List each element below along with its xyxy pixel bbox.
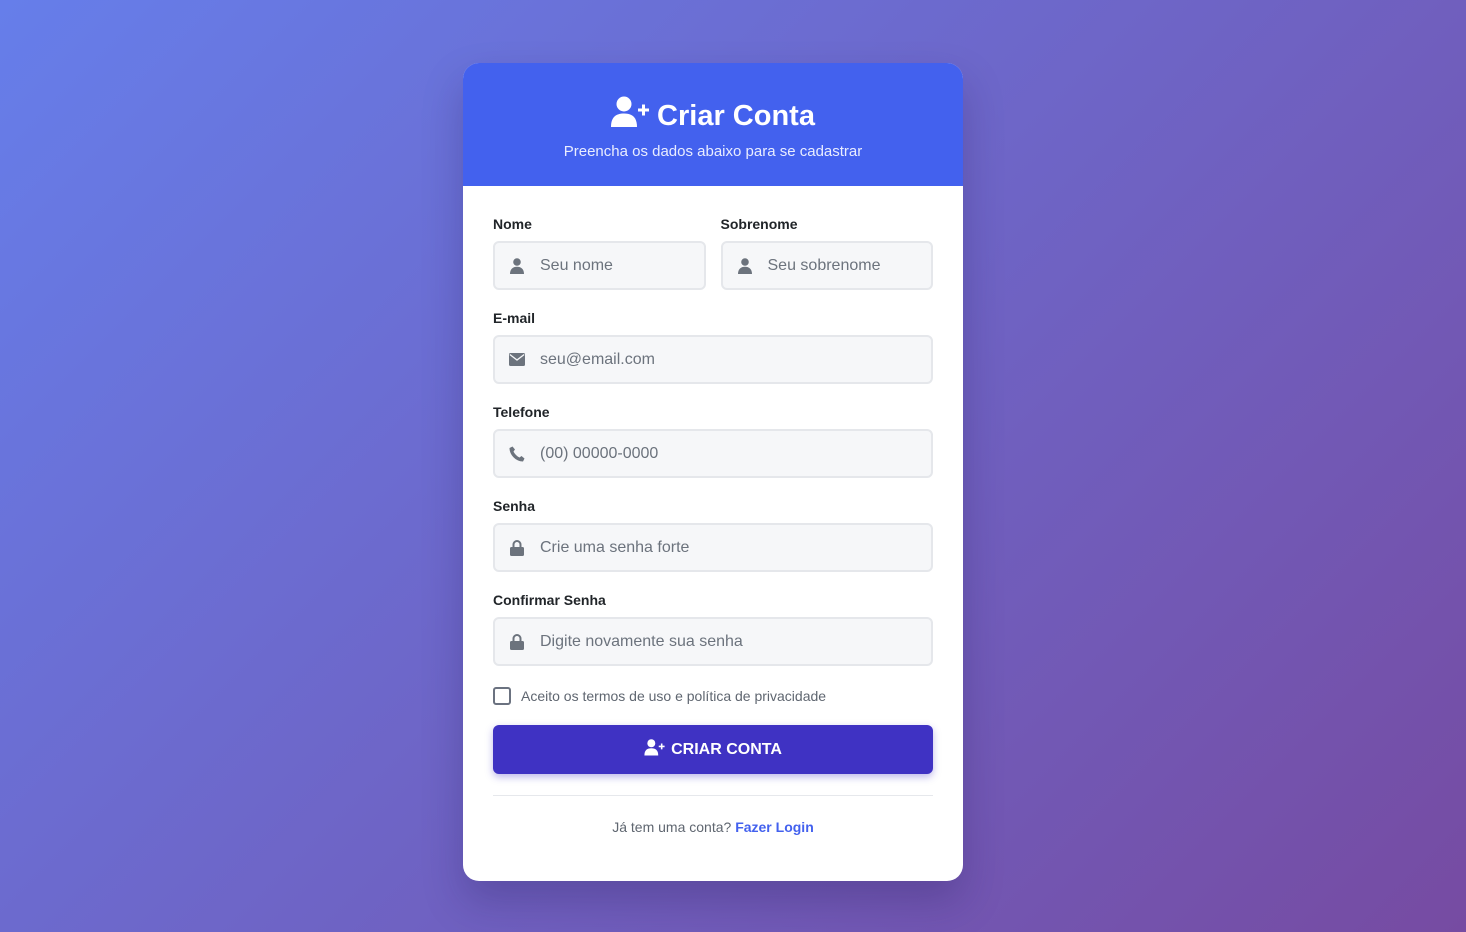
phone-icon (509, 446, 525, 462)
confirm-password-group: Confirmar Senha (493, 592, 933, 666)
email-input[interactable] (495, 337, 931, 382)
email-group: E-mail (493, 310, 933, 384)
last-name-group: Sobrenome (720, 216, 933, 290)
page-subtitle: Preencha os dados abaixo para se cadastr… (563, 143, 863, 160)
first-name-label: Nome (493, 216, 532, 232)
terms-row: Aceito os termos de uso e política de pr… (493, 686, 933, 706)
login-link[interactable]: Fazer Login (735, 819, 814, 835)
divider (493, 795, 933, 796)
password-group: Senha (493, 498, 933, 572)
email-wrapper (493, 335, 933, 384)
envelope-icon (509, 352, 525, 368)
confirm-password-wrapper (493, 617, 933, 666)
phone-group: Telefone (493, 404, 933, 478)
phone-wrapper (493, 429, 933, 478)
user-icon (737, 257, 753, 274)
page-title: Criar Conta (657, 100, 815, 132)
create-account-button-label: CRIAR CONTA (671, 740, 782, 758)
terms-checkbox[interactable] (493, 687, 511, 705)
user-icon (509, 257, 525, 274)
card-header: Criar Conta Preencha os dados abaixo par… (463, 63, 963, 186)
signup-card: Criar Conta Preencha os dados abaixo par… (463, 63, 963, 881)
login-prompt: Já tem uma conta? Fazer Login (493, 819, 933, 835)
first-name-input[interactable] (495, 243, 704, 288)
password-input[interactable] (495, 525, 931, 570)
last-name-wrapper (720, 241, 933, 290)
last-name-label: Sobrenome (720, 216, 798, 232)
password-wrapper (493, 523, 933, 572)
create-account-button[interactable]: CRIAR CONTA (493, 725, 933, 774)
user-plus-icon (611, 96, 650, 136)
confirm-password-input[interactable] (495, 619, 931, 664)
name-row: Nome Sobrenome (493, 216, 933, 310)
page-title-row: Criar Conta (463, 96, 963, 136)
phone-label: Telefone (493, 404, 550, 420)
lock-icon (509, 539, 525, 556)
confirm-password-label: Confirmar Senha (493, 592, 606, 608)
terms-label[interactable]: Aceito os termos de uso e política de pr… (521, 688, 826, 704)
form-body: Nome Sobrenome E-mail (463, 186, 963, 835)
first-name-group: Nome (493, 216, 706, 290)
phone-input[interactable] (495, 431, 931, 476)
lock-icon (509, 633, 525, 650)
email-label: E-mail (493, 310, 536, 326)
password-label: Senha (493, 498, 536, 514)
login-prompt-text: Já tem uma conta? (612, 819, 732, 835)
user-plus-icon (644, 738, 665, 761)
last-name-input[interactable] (722, 243, 931, 288)
first-name-wrapper (493, 241, 706, 290)
